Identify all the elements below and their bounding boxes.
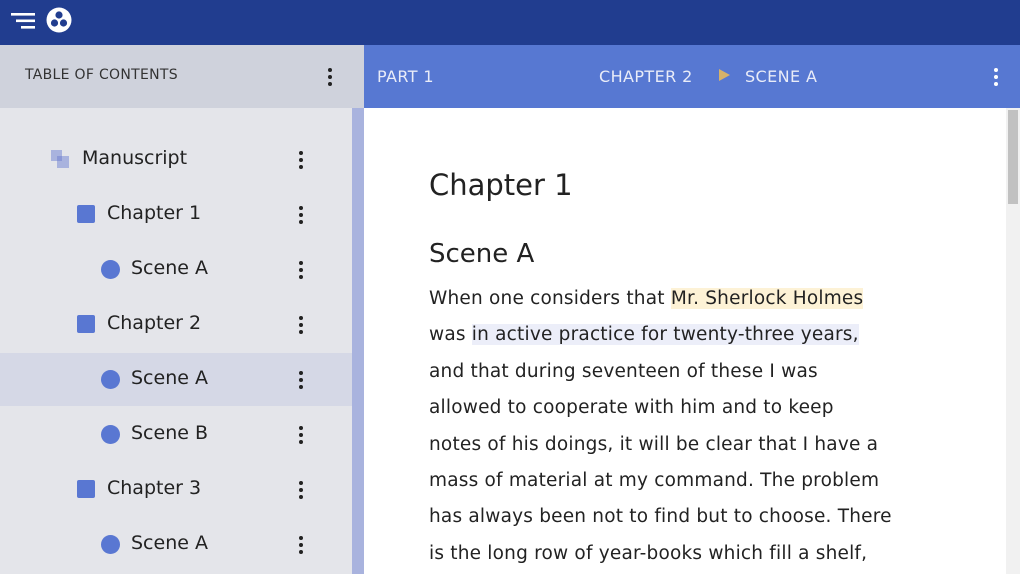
scene-text[interactable]: When one considers that Mr. Sherlock Hol… (429, 284, 959, 574)
toc-item-label: Scene A (131, 367, 208, 389)
toc-item-label: Scene B (131, 422, 209, 444)
text-line: was in active practice for twenty-three … (429, 320, 959, 356)
chapter-square-icon (77, 205, 95, 223)
toc-item-chapter-3[interactable]: Chapter 3 (0, 463, 352, 516)
toc-item-label: Manuscript (82, 147, 188, 169)
toc-panel: Manuscript Chapter 1 Scene A Chapter 2 S… (0, 108, 352, 574)
toc-item-label: Chapter 2 (107, 312, 202, 334)
toc-header: TABLE OF CONTENTS (0, 45, 364, 108)
chapter-heading: Chapter 1 (429, 168, 573, 202)
logo-icon[interactable] (46, 7, 72, 33)
breadcrumb-arrow-icon (719, 69, 730, 81)
toc-title: TABLE OF CONTENTS (25, 67, 178, 83)
scene-heading: Scene A (429, 239, 535, 269)
document-editor[interactable]: Chapter 1 Scene A When one considers tha… (364, 108, 1006, 574)
toc-item-label: Chapter 3 (107, 477, 202, 499)
toc-item-manuscript[interactable]: Manuscript (0, 133, 352, 186)
toc-item-more-icon[interactable] (293, 148, 309, 172)
menu-icon[interactable] (11, 12, 35, 30)
text-segment: notes of his doings, it will be clear th… (429, 433, 879, 455)
toc-item-label: Scene A (131, 257, 208, 279)
toc-item-more-icon[interactable] (293, 533, 309, 557)
text-segment: is the long row of year-books which fill… (429, 542, 868, 564)
scene-dot-icon (101, 425, 120, 444)
text-line: mass of material at my command. The prob… (429, 466, 959, 502)
toc-item-chapter-1-scene-a[interactable]: Scene A (0, 243, 352, 296)
toc-item-label: Chapter 1 (107, 202, 202, 224)
toc-item-chapter-2-scene-b[interactable]: Scene B (0, 408, 352, 461)
toc-item-label: Scene A (131, 532, 208, 554)
scene-dot-icon (101, 260, 120, 279)
text-line: notes of his doings, it will be clear th… (429, 430, 959, 466)
text-line: and that during seventeen of these I was (429, 357, 959, 393)
part-label[interactable]: PART 1 (377, 67, 434, 86)
text-line: allowed to cooperate with him and to kee… (429, 393, 959, 429)
chapter-square-icon (77, 315, 95, 333)
toc-item-more-icon[interactable] (293, 258, 309, 282)
breadcrumb-scene[interactable]: SCENE A (745, 67, 817, 86)
text-segment: allowed to cooperate with him and to kee… (429, 397, 834, 419)
breadcrumb-chapter[interactable]: CHAPTER 2 (599, 67, 693, 86)
text-segment: was (429, 324, 472, 346)
toc-item-chapter-1[interactable]: Chapter 1 (0, 188, 352, 241)
toc-item-more-icon[interactable] (293, 313, 309, 337)
text-segment: has always been not to find but to choos… (429, 506, 892, 528)
text-segment: and that during seventeen of these I was (429, 360, 818, 382)
panel-resize-handle[interactable] (352, 108, 364, 574)
scene-dot-icon (101, 535, 120, 554)
content-header: PART 1 CHAPTER 2 SCENE A (364, 45, 1020, 108)
toc-item-more-icon[interactable] (293, 203, 309, 227)
chapter-square-icon (77, 480, 95, 498)
scrollbar-thumb[interactable] (1008, 110, 1018, 204)
highlighted-text: Mr. Sherlock Holmes (670, 288, 864, 309)
toc-item-chapter-2-scene-a[interactable]: Scene A (0, 353, 352, 406)
highlighted-text: in active practice for twenty-three year… (471, 324, 859, 346)
text-line: is the long row of year-books which fill… (429, 539, 959, 574)
text-line: When one considers that Mr. Sherlock Hol… (429, 284, 959, 320)
toc-item-chapter-3-scene-a[interactable]: Scene A (0, 518, 352, 571)
manuscript-icon (51, 150, 69, 168)
text-segment: mass of material at my command. The prob… (429, 469, 880, 491)
content-more-icon[interactable] (988, 65, 1004, 89)
toc-more-icon[interactable] (322, 65, 338, 89)
text-line: has always been not to find but to choos… (429, 502, 959, 538)
toc-item-chapter-2[interactable]: Chapter 2 (0, 298, 352, 351)
text-segment: When one considers that (429, 288, 671, 309)
toc-item-more-icon[interactable] (293, 423, 309, 447)
scene-dot-icon (101, 370, 120, 389)
top-app-bar (0, 0, 1020, 45)
toc-item-more-icon[interactable] (293, 368, 309, 392)
toc-item-more-icon[interactable] (293, 478, 309, 502)
